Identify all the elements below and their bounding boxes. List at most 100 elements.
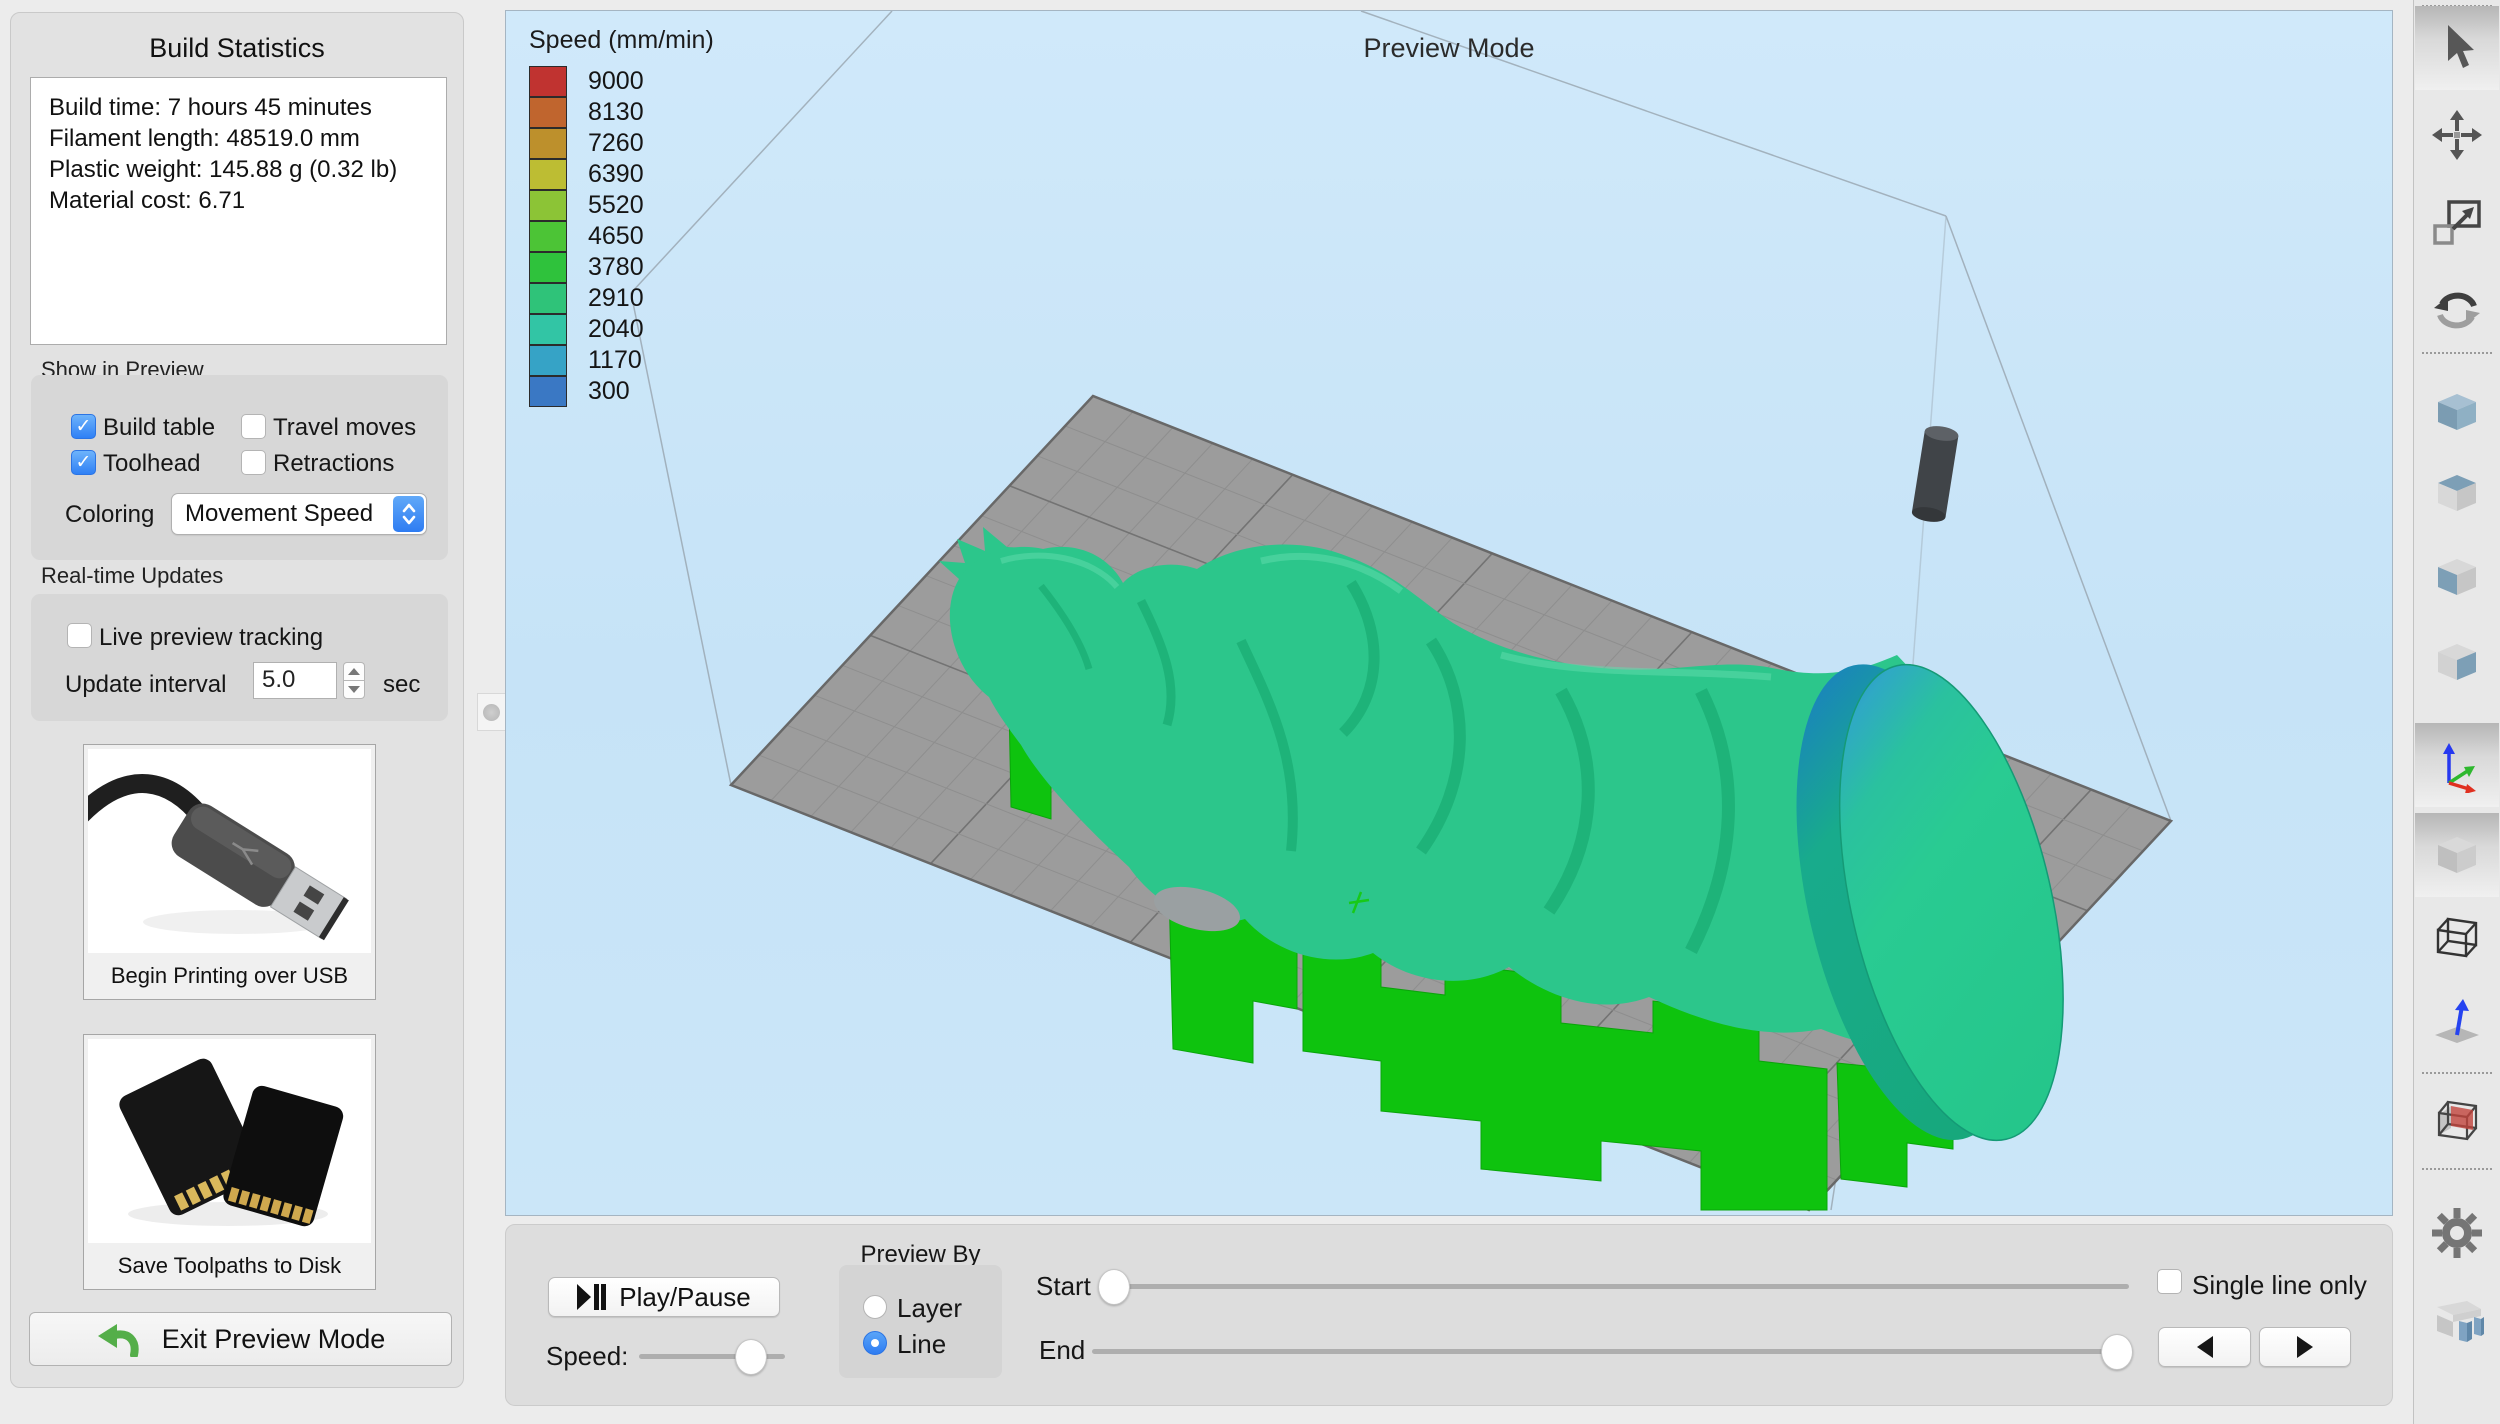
legend-entry: 6390	[529, 159, 714, 190]
select-tool-button[interactable]	[2415, 6, 2499, 90]
end-slider-thumb[interactable]	[2101, 1334, 2133, 1370]
line-radio[interactable]	[863, 1331, 887, 1355]
update-interval-stepper[interactable]	[343, 662, 365, 699]
legend-swatch	[529, 345, 567, 376]
preview-3d-viewport[interactable]: Preview Mode Speed (mm/min) 900081307260…	[505, 10, 2393, 1216]
legend-entry: 1170	[529, 345, 714, 376]
rotate-tool-button[interactable]	[2415, 268, 2499, 352]
live-preview-checkbox[interactable]	[67, 623, 92, 648]
legend-value: 2910	[567, 284, 644, 313]
move-tool-button[interactable]	[2415, 93, 2499, 177]
speed-slider-thumb[interactable]	[735, 1339, 767, 1375]
step-forward-button[interactable]	[2259, 1327, 2351, 1367]
coordinate-axes-button[interactable]	[2415, 723, 2499, 807]
cross-section-button[interactable]	[2415, 1079, 2499, 1163]
layer-radio[interactable]	[863, 1295, 887, 1319]
step-backward-button[interactable]	[2158, 1327, 2251, 1367]
play-pause-label: Play/Pause	[619, 1282, 751, 1313]
wireframe-view-button[interactable]	[2415, 895, 2499, 979]
retractions-checkbox[interactable]	[241, 450, 266, 475]
legend-entry: 5520	[529, 190, 714, 221]
update-interval-label: Update interval	[65, 671, 226, 699]
gear-icon	[2429, 1205, 2485, 1261]
view-top-button[interactable]	[2415, 451, 2499, 535]
view-front-button[interactable]	[2415, 535, 2499, 619]
travel-moves-checkbox[interactable]	[241, 414, 266, 439]
preview-mode-title: Preview Mode	[506, 33, 2392, 64]
cursor-icon	[2429, 20, 2485, 76]
legend-entry: 7260	[529, 128, 714, 159]
start-slider-thumb[interactable]	[1098, 1269, 1130, 1305]
save-toolpaths-button[interactable]: Save Toolpaths to Disk	[83, 1034, 376, 1290]
cross-section-icon	[2429, 1093, 2485, 1149]
play-pause-icon	[577, 1284, 607, 1310]
legend-entry: 4650	[529, 221, 714, 252]
application-window: Build Statistics Build time: 7 hours 45 …	[0, 0, 2500, 1424]
sidebar: Build Statistics Build time: 7 hours 45 …	[10, 12, 464, 1388]
stepper-down-icon[interactable]	[343, 680, 365, 699]
build-table-checkbox[interactable]	[71, 414, 96, 439]
backward-icon	[2195, 1335, 2215, 1359]
legend-entry: 2910	[529, 283, 714, 314]
stepper-up-icon[interactable]	[343, 662, 365, 680]
stat-build-time: Build time: 7 hours 45 minutes	[49, 92, 428, 123]
layer-radio-label: Layer	[897, 1293, 962, 1324]
playback-bar: Play/Pause Speed: Preview By Layer Line …	[505, 1224, 2393, 1406]
start-slider[interactable]	[1102, 1284, 2129, 1289]
realtime-updates-group: Live preview tracking Update interval 5.…	[31, 594, 448, 721]
sd-cards-image	[88, 1039, 371, 1243]
scale-tool-button[interactable]	[2415, 181, 2499, 265]
legend-title: Speed (mm/min)	[529, 26, 714, 55]
legend-value: 3780	[567, 253, 644, 282]
toolhead-checkbox[interactable]	[71, 450, 96, 475]
legend-swatch	[529, 314, 567, 345]
legend-swatch	[529, 221, 567, 252]
preview-by-group: Layer Line	[839, 1265, 1002, 1378]
toolbar-divider	[2422, 1072, 2492, 1074]
splitter-grip-icon	[483, 704, 500, 721]
begin-printing-usb-button[interactable]: Begin Printing over USB	[83, 744, 376, 1000]
sd-button-label: Save Toolpaths to Disk	[88, 1243, 371, 1285]
xyz-axes-icon	[2429, 737, 2485, 793]
legend-value: 7260	[567, 129, 644, 158]
panel-title: Build Statistics	[11, 33, 463, 64]
play-pause-button[interactable]: Play/Pause	[548, 1277, 780, 1317]
update-interval-field[interactable]: 5.0	[253, 662, 337, 699]
viewport-canvas[interactable]	[506, 11, 2393, 1216]
solid-cube-icon	[2429, 827, 2485, 883]
legend-swatch	[529, 252, 567, 283]
stat-filament-length: Filament length: 48519.0 mm	[49, 123, 428, 154]
start-slider-label: Start	[1036, 1271, 1091, 1302]
cube-top-view-icon	[2429, 465, 2485, 521]
view-side-button[interactable]	[2415, 620, 2499, 704]
toolbar-divider	[2422, 352, 2492, 354]
end-slider[interactable]	[1092, 1349, 2133, 1354]
wireframe-cube-icon	[2429, 909, 2485, 965]
legend-swatch	[529, 283, 567, 314]
live-preview-label: Live preview tracking	[99, 624, 323, 652]
line-radio-label: Line	[897, 1329, 946, 1360]
coloring-dropdown[interactable]: Movement Speed	[171, 493, 427, 535]
single-line-only-checkbox[interactable]	[2157, 1269, 2182, 1294]
surface-normal-icon	[2429, 994, 2485, 1050]
legend-entry: 8130	[529, 97, 714, 128]
exit-button-label: Exit Preview Mode	[162, 1324, 386, 1355]
panel-splitter-handle[interactable]	[477, 693, 506, 731]
supports-button[interactable]	[2415, 1275, 2499, 1359]
support-structure-icon	[2429, 1289, 2485, 1345]
coloring-value: Movement Speed	[172, 500, 391, 528]
settings-button[interactable]	[2415, 1191, 2499, 1275]
legend-value: 4650	[567, 222, 644, 251]
stat-plastic-weight: Plastic weight: 145.88 g (0.32 lb)	[49, 154, 428, 185]
legend-value: 5520	[567, 191, 644, 220]
view-default-button[interactable]	[2415, 370, 2499, 454]
speed-slider[interactable]	[639, 1354, 785, 1359]
legend-value: 8130	[567, 98, 644, 127]
exit-preview-mode-button[interactable]: Exit Preview Mode	[29, 1312, 452, 1366]
legend-value: 9000	[567, 67, 644, 96]
rotate-icon	[2429, 282, 2485, 338]
solid-view-button[interactable]	[2415, 813, 2499, 897]
back-arrow-icon	[96, 1321, 142, 1357]
normals-view-button[interactable]	[2415, 980, 2499, 1064]
single-line-only-label: Single line only	[2192, 1270, 2367, 1301]
